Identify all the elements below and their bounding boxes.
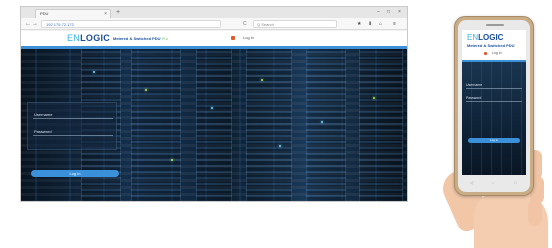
status-led [279,145,281,147]
new-tab-button[interactable]: + [116,8,120,17]
header-login-link[interactable]: Log in [243,35,254,41]
smartphone: ENLOGIC Metered & Switched PDU Log in Us… [454,16,534,196]
login-button[interactable]: Log in [31,170,119,177]
status-led [93,71,95,73]
mobile-header-login-link[interactable]: Log in [492,51,502,56]
mobile-password-field[interactable]: Password [466,95,522,102]
status-led [373,97,375,99]
server-rack [131,49,181,201]
status-led [145,89,147,91]
address-bar[interactable]: 192.175.72.172 [41,20,221,28]
mobile-login-button[interactable]: Log in [468,138,520,143]
url-host: 192.175.72.172 [46,22,74,27]
mobile-language-flag-icon[interactable] [484,52,487,55]
reload-icon[interactable]: C [243,20,247,28]
back-icon[interactable]: ← [25,20,31,28]
status-led [261,79,263,81]
phone-speaker [486,24,504,26]
language-flag-icon[interactable] [231,36,235,40]
forward-icon[interactable]: → [32,20,38,28]
web-page: ENLOGIC Metered & Switched PDU Pro Log i… [21,31,407,201]
mobile-enlogic-logo: ENLOGIC [467,33,504,42]
browser-toolbar: ← → 192.175.72.172 C Q Search ★ ⬇ ⌂ ≡ [21,18,407,30]
server-rack [359,49,403,201]
home-icon[interactable]: ⌂ [379,20,382,28]
close-window-icon[interactable]: × [398,8,401,17]
login-panel: Username Password [27,102,117,150]
mobile-username-field[interactable]: Username [466,82,522,89]
download-icon[interactable]: ⬇ [368,20,372,28]
username-field[interactable]: Username [33,110,113,119]
status-led [171,159,173,161]
browser-window: PDU × + – □ × ← → 192.175.72.172 C Q Sea… [20,6,408,202]
tab-bar: PDU × + – □ × [21,7,407,18]
phone-face: ENLOGIC Metered & Switched PDU Log in Us… [458,20,530,192]
server-rack [306,49,346,201]
status-led [211,107,213,109]
search-input[interactable]: Q Search [253,20,337,28]
mobile-hero-background: Username Password Log in [462,62,526,175]
tab-close-icon[interactable]: × [104,10,107,18]
mobile-page-header: ENLOGIC Metered & Switched PDU Log in [462,30,526,60]
bookmark-icon[interactable]: ★ [357,20,361,28]
minimize-icon[interactable]: – [377,8,380,17]
status-led [321,121,323,123]
hand-finger [528,200,542,226]
tab-title: PDU [40,11,49,16]
phone-nav-bar: ◁ ○ □ [464,180,524,186]
product-title: Metered & Switched PDU Pro [113,36,168,41]
stage: PDU × + – □ × ← → 192.175.72.172 C Q Sea… [0,0,552,248]
back-nav-icon[interactable]: ◁ [470,180,473,186]
recents-nav-icon[interactable]: □ [514,180,516,186]
server-rack [246,49,292,201]
mobile-product-title: Metered & Switched PDU [467,43,515,48]
menu-icon[interactable]: ≡ [393,20,396,28]
password-field[interactable]: Password [33,127,113,136]
browser-tab[interactable]: PDU × [35,9,111,18]
server-room-background: Username Password [21,49,407,201]
phone-screen: ENLOGIC Metered & Switched PDU Log in Us… [462,30,526,175]
maximize-icon[interactable]: □ [387,8,390,17]
enlogic-logo: ENLOGIC [67,33,111,43]
page-header: ENLOGIC Metered & Switched PDU Pro Log i… [21,31,407,46]
home-nav-icon[interactable]: ○ [492,180,494,186]
server-rack [196,49,232,201]
